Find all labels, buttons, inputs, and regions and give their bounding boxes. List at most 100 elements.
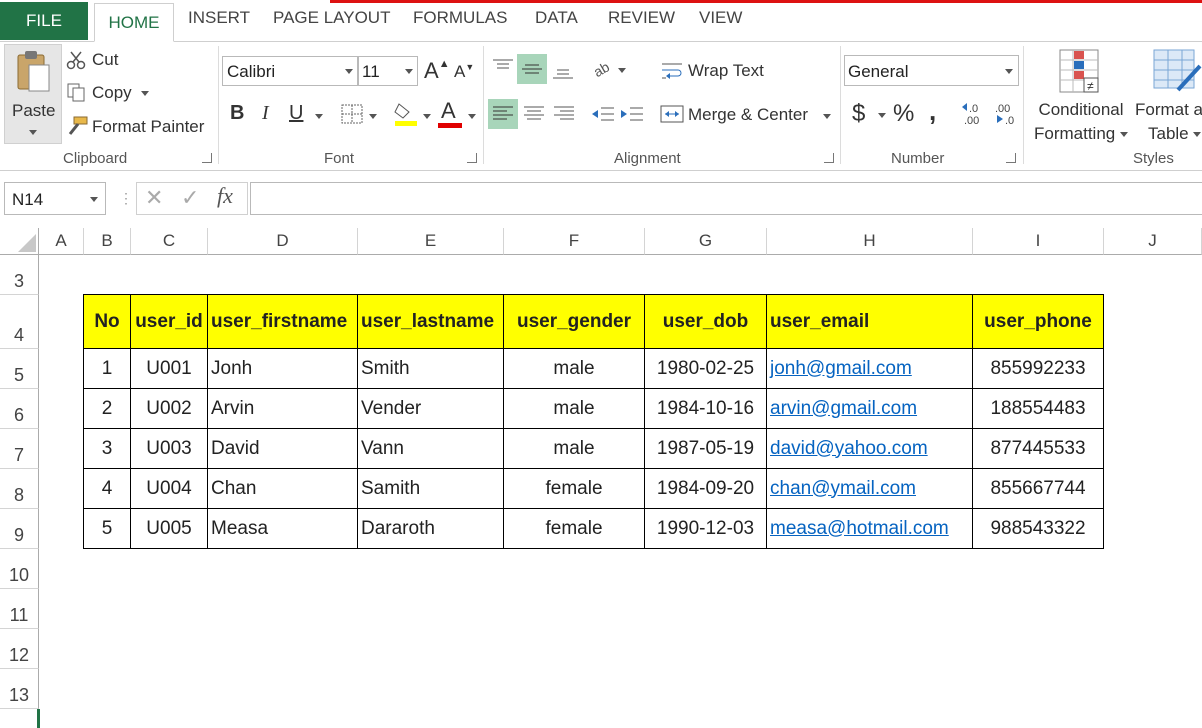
borders-dropdown-icon[interactable] [369,114,377,119]
number-format-dropdown[interactable]: General [844,55,1019,86]
table-cell[interactable]: Chan [208,469,358,509]
currency-button[interactable]: $ [852,100,865,128]
borders-icon[interactable] [341,104,363,124]
column-header-i[interactable]: I [973,228,1104,255]
column-header-b[interactable]: B [84,228,131,255]
grow-font-icon[interactable]: A▲ [424,58,450,84]
tab-file[interactable]: FILE [0,2,88,40]
column-header-c[interactable]: C [131,228,208,255]
table-cell[interactable]: U001 [131,349,208,389]
name-box[interactable]: N14 [4,182,106,215]
merge-center-button[interactable]: Merge & Center [688,105,808,125]
column-header-h[interactable]: H [767,228,973,255]
tab-insert[interactable]: INSERT [188,8,250,28]
table-cell[interactable]: U002 [131,389,208,429]
column-header-j[interactable]: J [1104,228,1202,255]
copy-button[interactable]: Copy [92,83,150,103]
formula-input[interactable] [250,182,1202,215]
table-header-cell[interactable]: user_firstname [208,295,358,349]
table-cell[interactable]: 1984-09-20 [645,469,767,509]
paste-button[interactable]: Paste [4,44,62,144]
email-link-cell[interactable]: arvin@gmail.com [767,389,973,429]
alignment-launcher-icon[interactable] [824,153,834,163]
clipboard-launcher-icon[interactable] [202,153,212,163]
table-cell[interactable]: David [208,429,358,469]
email-link-cell[interactable]: chan@ymail.com [767,469,973,509]
table-cell[interactable]: 2 [84,389,131,429]
table-cell[interactable]: U004 [131,469,208,509]
align-right-icon[interactable] [553,104,575,124]
column-header-g[interactable]: G [645,228,767,255]
font-launcher-icon[interactable] [467,153,477,163]
shrink-font-icon[interactable]: A▼ [454,62,474,82]
select-all-corner[interactable] [0,228,39,255]
table-cell[interactable]: female [504,469,645,509]
row-header-8[interactable]: 8 [0,469,39,509]
increase-indent-icon[interactable] [620,104,644,124]
top-align-icon[interactable] [492,58,514,76]
column-header-d[interactable]: D [208,228,358,255]
table-header-cell[interactable]: user_gender [504,295,645,349]
bottom-align-icon[interactable] [552,62,574,80]
currency-dropdown-icon[interactable] [878,113,886,118]
font-size-dropdown[interactable]: 11 [358,56,418,86]
email-link-cell[interactable]: measa@hotmail.com [767,509,973,549]
table-cell[interactable]: 1984-10-16 [645,389,767,429]
row-header-3[interactable]: 3 [0,255,39,295]
table-cell[interactable]: 1 [84,349,131,389]
row-header-12[interactable]: 12 [0,629,39,669]
decrease-indent-icon[interactable] [591,104,615,124]
enter-icon[interactable]: ✓ [181,185,199,211]
table-header-cell[interactable]: user_phone [973,295,1104,349]
paste-dropdown-icon[interactable] [29,130,37,135]
table-cell[interactable]: 1980-02-25 [645,349,767,389]
tab-page-layout[interactable]: PAGE LAYOUT [273,8,390,28]
comma-button[interactable]: , [929,96,936,127]
table-header-cell[interactable]: No [84,295,131,349]
table-cell[interactable]: male [504,349,645,389]
table-cell[interactable]: 4 [84,469,131,509]
table-cell[interactable]: 855992233 [973,349,1104,389]
percent-button[interactable]: % [893,100,914,128]
table-cell[interactable]: 188554483 [973,389,1104,429]
merge-center-dropdown-icon[interactable] [823,114,831,119]
row-header-7[interactable]: 7 [0,429,39,469]
wrap-text-button[interactable]: Wrap Text [688,61,764,81]
table-cell[interactable]: 855667744 [973,469,1104,509]
cut-button[interactable]: Cut [92,50,118,70]
row-header-10[interactable]: 10 [0,549,39,589]
table-cell[interactable]: 877445533 [973,429,1104,469]
table-header-cell[interactable]: user_dob [645,295,767,349]
row-header-11[interactable]: 11 [0,589,39,629]
table-header-cell[interactable]: user_email [767,295,973,349]
increase-decimal-icon[interactable]: .0.00 [961,101,989,127]
cancel-icon[interactable]: ✕ [145,185,163,211]
row-header-4[interactable]: 4 [0,295,39,349]
table-cell[interactable]: 3 [84,429,131,469]
email-link-cell[interactable]: jonh@gmail.com [767,349,973,389]
table-cell[interactable]: male [504,389,645,429]
table-cell[interactable]: Vann [358,429,504,469]
table-header-cell[interactable]: user_id [131,295,208,349]
format-painter-button[interactable]: Format Painter [92,117,204,137]
underline-dropdown-icon[interactable] [315,114,323,119]
insert-function-icon[interactable]: fx [217,183,233,209]
conditional-formatting-button[interactable]: Conditional Formatting [1034,98,1128,146]
table-cell[interactable]: Measa [208,509,358,549]
table-cell[interactable]: Jonh [208,349,358,389]
copy-dropdown-icon[interactable] [141,91,150,97]
fill-color-dropdown-icon[interactable] [423,114,431,119]
font-color-dropdown-icon[interactable] [468,114,476,119]
table-cell[interactable]: Dararoth [358,509,504,549]
row-header-9[interactable]: 9 [0,509,39,549]
table-cell[interactable]: 1987-05-19 [645,429,767,469]
table-cell[interactable]: Samith [358,469,504,509]
table-cell[interactable]: female [504,509,645,549]
column-header-e[interactable]: E [358,228,504,255]
row-header-6[interactable]: 6 [0,389,39,429]
tab-data[interactable]: DATA [535,8,578,28]
table-cell[interactable]: U005 [131,509,208,549]
fill-color-icon[interactable] [393,100,419,126]
table-cell[interactable]: Vender [358,389,504,429]
underline-button[interactable]: U [289,102,303,125]
